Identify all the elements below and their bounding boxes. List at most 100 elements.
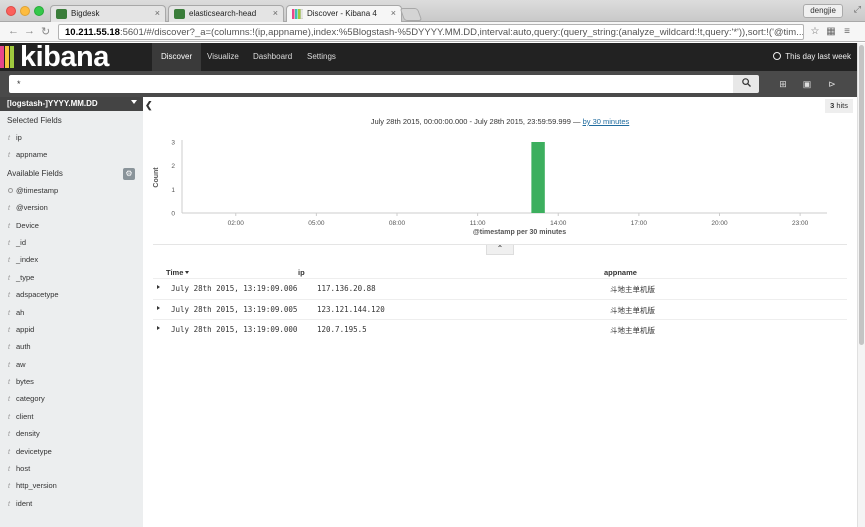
field-item-appid[interactable]: t appid bbox=[0, 321, 143, 338]
available-fields-title: Available Fields ⚙ bbox=[0, 164, 143, 182]
tab-close-icon[interactable]: × bbox=[391, 8, 396, 18]
field-name: density bbox=[16, 429, 40, 439]
cell-appname: 斗地主单机版 bbox=[610, 305, 655, 315]
table-row[interactable]: July 28th 2015, 13:19:09.006 117.136.20.8… bbox=[153, 278, 847, 298]
bigdesk-favicon-icon bbox=[56, 9, 67, 19]
column-header-appname[interactable]: appname bbox=[604, 268, 637, 277]
browser-tab-elasticsearch-head[interactable]: elasticsearch-head × bbox=[168, 5, 284, 22]
field-item-device[interactable]: t Device bbox=[0, 217, 143, 234]
nav-dashboard[interactable]: Dashboard bbox=[244, 43, 301, 71]
search-bar: ⊞ ▣ ⊳ bbox=[0, 71, 857, 97]
tab-label: Bigdesk bbox=[71, 9, 100, 18]
histogram-bar[interactable] bbox=[531, 142, 545, 213]
x-tick-label: 14:00 bbox=[550, 220, 567, 227]
tab-close-icon[interactable]: × bbox=[155, 8, 160, 18]
field-name: _id bbox=[16, 237, 27, 247]
window-close-button[interactable] bbox=[6, 6, 16, 16]
fullscreen-icon[interactable]: ⤢ bbox=[854, 4, 861, 15]
field-item-timestamp[interactable]: @timestamp bbox=[0, 182, 143, 199]
field-name: ident bbox=[16, 498, 33, 508]
search-button[interactable] bbox=[733, 75, 759, 93]
expand-row-caret-icon[interactable] bbox=[157, 285, 160, 289]
x-tick-label: 17:00 bbox=[631, 220, 648, 227]
field-item-category[interactable]: t category bbox=[0, 390, 143, 407]
nav-settings[interactable]: Settings bbox=[298, 43, 345, 71]
clock-icon bbox=[773, 52, 782, 60]
histogram-chart[interactable]: 0 1 2 3 02:00 05:00 08:00 11:00 14:00 17:00 20:00 2… bbox=[143, 131, 857, 241]
field-name: host bbox=[16, 464, 31, 474]
window-zoom-button[interactable] bbox=[34, 6, 44, 16]
field-item-ident[interactable]: t ident bbox=[0, 495, 143, 512]
nav-discover[interactable]: Discover bbox=[152, 43, 202, 71]
field-item-devicetype[interactable]: t devicetype bbox=[0, 443, 143, 460]
string-field-icon: t bbox=[8, 483, 10, 491]
string-field-icon: t bbox=[8, 135, 10, 142]
field-item-index[interactable]: t _index bbox=[0, 251, 143, 268]
field-name: appid bbox=[16, 324, 35, 334]
y-tick-label: 1 bbox=[171, 187, 175, 194]
window-minimize-button[interactable] bbox=[20, 6, 30, 16]
page-scrollbar[interactable] bbox=[857, 43, 865, 527]
field-item-id[interactable]: t _id bbox=[0, 234, 143, 251]
gear-icon[interactable]: ⚙ bbox=[123, 167, 135, 180]
field-item-version[interactable]: t @version bbox=[0, 199, 143, 216]
field-item-type[interactable]: t _type bbox=[0, 269, 143, 286]
field-name: category bbox=[16, 394, 45, 404]
interval-link[interactable]: by 30 minutes bbox=[583, 117, 630, 126]
selected-fields-title: Selected Fields bbox=[7, 116, 62, 125]
forward-arrow-icon[interactable]: → bbox=[24, 25, 35, 37]
url-host: 10.211.55.18 bbox=[65, 27, 120, 38]
address-bar[interactable]: 10.211.55.18:5601/#/discover?_a=(columns… bbox=[58, 24, 804, 40]
field-name: client bbox=[16, 411, 34, 421]
bookmark-star-icon[interactable]: ☆ bbox=[809, 26, 821, 38]
histogram-toggle-chevron-up-icon[interactable]: ⌃ bbox=[486, 245, 514, 255]
new-tab-button[interactable] bbox=[399, 8, 423, 21]
string-field-icon: t bbox=[8, 344, 10, 352]
scrollbar-thumb[interactable] bbox=[859, 45, 864, 345]
new-search-icon[interactable]: ⊞ bbox=[777, 78, 789, 90]
menu-icon[interactable]: ≡ bbox=[841, 26, 853, 38]
field-item-client[interactable]: t client bbox=[0, 408, 143, 425]
field-sidebar: [logstash-]YYYY.MM.DD Selected Fields ti… bbox=[0, 97, 143, 527]
browser-tab-kibana-discover[interactable]: Discover - Kibana 4 × bbox=[286, 5, 402, 23]
y-tick-label: 3 bbox=[171, 140, 175, 147]
field-item-density[interactable]: t density bbox=[0, 425, 143, 442]
column-header-ip[interactable]: ip bbox=[298, 268, 305, 277]
elasticsearch-head-favicon-icon bbox=[174, 9, 185, 19]
field-item-aw[interactable]: t aw bbox=[0, 356, 143, 373]
table-row[interactable]: July 28th 2015, 13:19:09.000 120.7.195.5 斗… bbox=[153, 319, 847, 339]
field-item-ah[interactable]: t ah bbox=[0, 304, 143, 321]
y-tick-label: 2 bbox=[171, 163, 175, 170]
index-pattern-selector[interactable]: [logstash-]YYYY.MM.DD bbox=[0, 97, 143, 111]
collapse-sidebar-chevron-icon[interactable]: ❮ bbox=[145, 100, 153, 111]
expand-row-caret-icon[interactable] bbox=[157, 326, 160, 330]
cell-ip: 123.121.144.120 bbox=[317, 304, 385, 314]
kibana-navbar: kibana Discover Visualize Dashboard Sett… bbox=[0, 43, 857, 72]
field-item-host[interactable]: t host bbox=[0, 460, 143, 477]
kibana-logo[interactable]: kibana bbox=[20, 43, 109, 72]
string-field-icon: t bbox=[8, 413, 10, 421]
field-item-auth[interactable]: t auth bbox=[0, 338, 143, 355]
field-item-adspacetype[interactable]: t adspacetype bbox=[0, 286, 143, 303]
timepicker[interactable]: This day last week bbox=[773, 43, 851, 71]
expand-row-caret-icon[interactable] bbox=[157, 305, 160, 310]
field-item-httpversion[interactable]: t http_version bbox=[0, 477, 143, 494]
tab-close-icon[interactable]: × bbox=[273, 8, 278, 18]
back-arrow-icon[interactable]: ← bbox=[8, 25, 19, 37]
reload-icon[interactable]: ↻ bbox=[41, 25, 50, 38]
query-input[interactable] bbox=[9, 75, 733, 93]
table-row[interactable]: July 28th 2015, 13:19:09.005 123.121.144.… bbox=[153, 298, 847, 319]
qr-code-icon[interactable]: ▦ bbox=[825, 26, 837, 38]
field-item-ip[interactable]: t ip bbox=[0, 129, 143, 146]
column-header-time[interactable]: Time bbox=[166, 268, 190, 277]
field-item-bytes[interactable]: t bytes bbox=[0, 373, 143, 390]
string-field-icon: t bbox=[8, 466, 10, 474]
nav-visualize[interactable]: Visualize bbox=[198, 43, 248, 71]
load-search-icon[interactable]: ⊳ bbox=[826, 78, 838, 90]
browser-user-badge[interactable]: dengjie bbox=[803, 4, 843, 18]
save-search-icon[interactable]: ▣ bbox=[801, 78, 813, 90]
browser-tab-bigdesk[interactable]: Bigdesk × bbox=[50, 5, 166, 22]
field-name: devicetype bbox=[16, 446, 52, 456]
timepicker-label: This day last week bbox=[785, 52, 851, 61]
field-item-appname[interactable]: t appname bbox=[0, 146, 143, 163]
